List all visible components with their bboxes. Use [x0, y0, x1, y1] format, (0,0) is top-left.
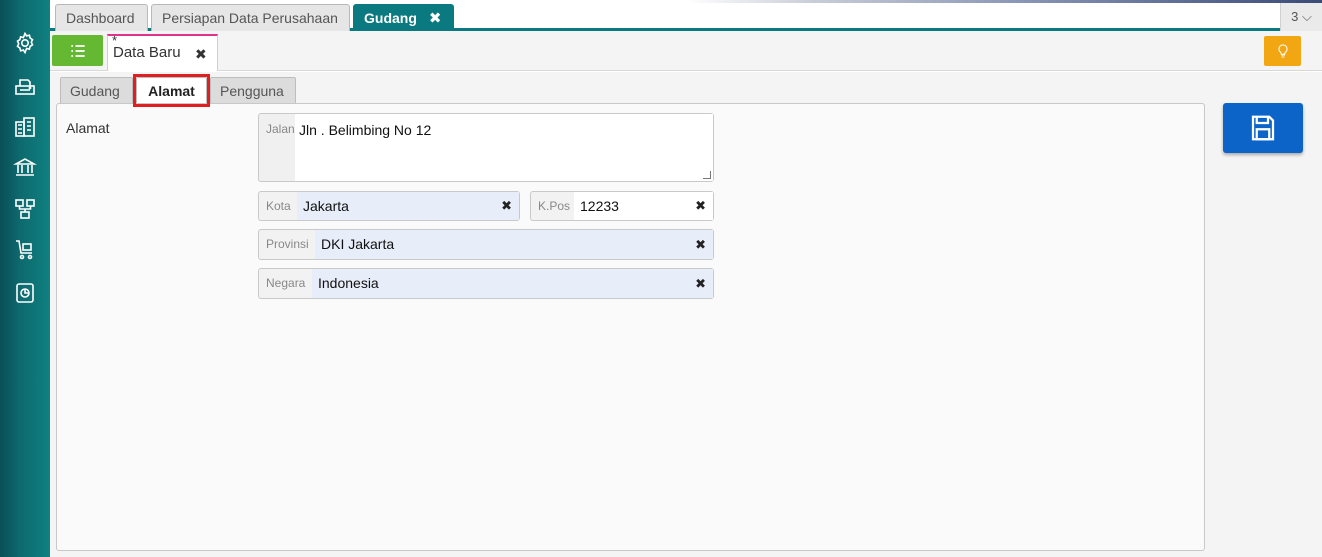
provinsi-input[interactable]: DKI Jakarta — [315, 230, 713, 259]
document-bar: * Data Baru ✖ — [50, 31, 1322, 71]
negara-label: Negara — [266, 276, 306, 290]
gear-icon[interactable] — [12, 30, 38, 56]
negara-input[interactable]: Indonesia — [312, 269, 713, 298]
save-button[interactable] — [1223, 103, 1303, 153]
kpos-field: K.Pos 12233 ✖ — [530, 191, 714, 221]
left-sidebar — [0, 0, 50, 557]
negara-field: Negara Indonesia ✖ — [258, 268, 714, 299]
kota-field: Kota Jakarta ✖ — [258, 191, 520, 221]
tab-gudang[interactable]: Gudang ✖ — [353, 4, 454, 31]
kota-input[interactable]: Jakarta — [297, 192, 519, 220]
clear-icon[interactable]: ✖ — [501, 198, 512, 214]
kpos-input[interactable]: 12233 — [574, 192, 713, 220]
clear-icon[interactable]: ✖ — [695, 276, 706, 292]
menu-button[interactable] — [52, 35, 103, 66]
tab-dashboard[interactable]: Dashboard — [55, 4, 148, 31]
unsaved-marker: * — [112, 33, 118, 48]
kpos-label: K.Pos — [538, 199, 571, 213]
tab-label: Persiapan Data Perusahaan — [162, 10, 338, 26]
provinsi-field: Provinsi DKI Jakarta ✖ — [258, 229, 714, 260]
cart-icon[interactable] — [12, 237, 38, 263]
clear-icon[interactable]: ✖ — [695, 237, 706, 253]
form-tab-pengguna[interactable]: Pengguna — [210, 77, 296, 104]
doc-tab-label: Data Baru — [113, 44, 181, 61]
printer-icon[interactable] — [12, 73, 38, 99]
list-icon — [70, 44, 85, 57]
floppy-disk-icon — [1251, 115, 1275, 141]
form-tab-label: Gudang — [70, 83, 120, 99]
jalan-label: Jalan — [266, 122, 295, 136]
jalan-field: Jalan Jln . Belimbing No 12 — [258, 113, 714, 182]
kota-label: Kota — [266, 199, 291, 213]
resize-handle[interactable] — [703, 171, 711, 179]
hint-button[interactable] — [1264, 36, 1301, 66]
main-tab-bar: Dashboard Persiapan Data Perusahaan Guda… — [50, 3, 1322, 31]
form-tab-gudang[interactable]: Gudang — [60, 77, 133, 104]
section-label: Alamat — [66, 120, 110, 136]
highlight-box — [133, 74, 210, 107]
tab-count-dropdown[interactable]: 3 ⌵ — [1280, 3, 1322, 31]
tab-label: Dashboard — [66, 10, 135, 26]
tab-persiapan-data-perusahaan[interactable]: Persiapan Data Perusahaan — [151, 4, 350, 31]
provinsi-label: Provinsi — [266, 237, 309, 251]
doc-tab-data-baru[interactable]: * Data Baru ✖ — [107, 33, 218, 71]
clear-icon[interactable]: ✖ — [695, 198, 706, 214]
tab-label: Gudang — [364, 10, 417, 26]
report-icon[interactable] — [12, 280, 38, 306]
building-icon[interactable] — [12, 114, 38, 140]
network-icon[interactable] — [12, 196, 38, 222]
lightbulb-icon — [1277, 44, 1288, 58]
bank-icon[interactable] — [12, 154, 38, 180]
close-icon[interactable]: ✖ — [429, 10, 442, 27]
close-icon[interactable]: ✖ — [195, 37, 207, 71]
form-tab-label: Pengguna — [220, 83, 284, 99]
jalan-input[interactable]: Jln . Belimbing No 12 — [295, 114, 713, 181]
